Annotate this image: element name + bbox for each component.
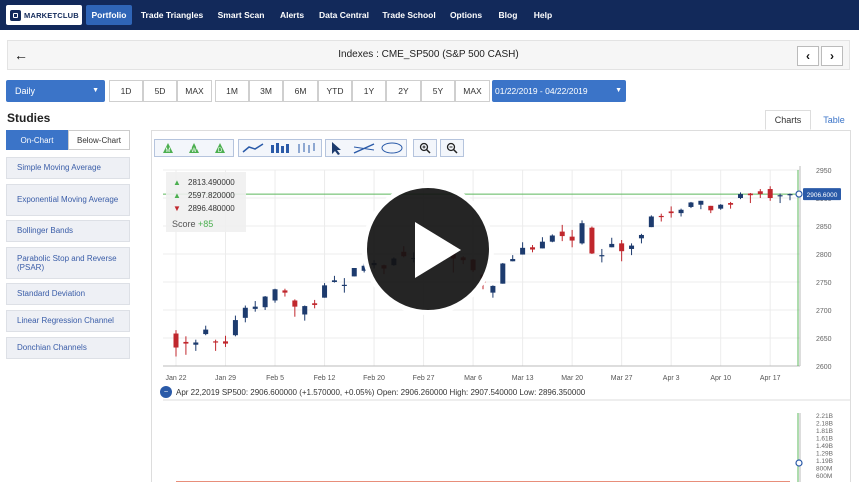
- candle: [757, 191, 763, 195]
- candle: [559, 231, 565, 237]
- x-tick-label: Apr 17: [760, 375, 781, 382]
- x-tick-label: Mar 27: [611, 375, 633, 382]
- candle: [589, 227, 595, 254]
- candle: [549, 235, 555, 242]
- candle: [500, 263, 506, 284]
- y-tick-label: 2850: [816, 224, 832, 231]
- y-tick-label: 2950: [816, 168, 832, 175]
- candle: [242, 307, 248, 318]
- quote-info-line: ~ Apr 22,2019 SP500: 2906.600000 (+1.570…: [160, 385, 585, 399]
- quote-info-text: Apr 22,2019 SP500: 2906.600000 (+1.57000…: [176, 387, 586, 397]
- candle: [272, 289, 278, 301]
- y-tick-label: 2700: [816, 308, 832, 315]
- candle: [331, 280, 337, 282]
- candle: [252, 306, 258, 309]
- legend-row-weekly: ▲ 2597.820000: [173, 190, 235, 200]
- x-tick-label: Feb 20: [363, 375, 385, 382]
- candle: [213, 341, 219, 343]
- candle: [302, 306, 308, 315]
- candle: [510, 259, 516, 262]
- legend-row-monthly: ▲ 2813.490000: [173, 177, 235, 187]
- legend-row-daily: ▼ 2896.480000: [173, 203, 235, 213]
- candle: [232, 320, 238, 336]
- x-tick-label: Mar 13: [512, 375, 534, 382]
- y-tick-label: 2800: [816, 252, 832, 259]
- volume-tick-label: 2.21B: [816, 413, 833, 420]
- x-tick-label: Mar 20: [561, 375, 583, 382]
- candle: [530, 247, 536, 250]
- candle: [193, 342, 199, 345]
- volume-tick-label: 1.19B: [816, 458, 833, 465]
- candle: [520, 247, 526, 255]
- candle: [767, 189, 773, 198]
- candle: [579, 223, 585, 244]
- x-tick-label: Jan 22: [165, 375, 186, 382]
- wave-icon: ~: [160, 386, 172, 398]
- play-icon: [415, 222, 461, 278]
- last-price-label: 2906.6000: [807, 192, 838, 199]
- candle: [718, 204, 724, 209]
- candle: [262, 296, 268, 308]
- candle: [688, 202, 694, 207]
- candle: [629, 245, 635, 249]
- candle: [322, 285, 328, 298]
- candle: [609, 243, 615, 248]
- score-value: +85: [198, 219, 214, 229]
- candle: [569, 236, 575, 241]
- x-tick-label: Feb 12: [314, 375, 336, 382]
- candle: [777, 195, 783, 197]
- score: Score +85: [172, 219, 214, 229]
- candle: [173, 333, 179, 348]
- x-tick-label: Jan 29: [215, 375, 236, 382]
- candle: [539, 241, 545, 249]
- y-tick-label: 2600: [816, 364, 832, 371]
- x-tick-label: Feb 5: [266, 375, 284, 382]
- candle: [737, 194, 743, 198]
- candle: [282, 290, 288, 293]
- candle: [787, 194, 793, 196]
- candle: [728, 203, 734, 205]
- last-price-marker: [795, 190, 803, 198]
- x-tick-label: Apr 10: [710, 375, 731, 382]
- trade-triangle-legend: ▲ 2813.490000 ▲ 2597.820000 ▼ 2896.480000 S…: [166, 172, 246, 232]
- candle: [292, 300, 298, 307]
- candle: [183, 341, 189, 344]
- triangle-up-icon: ▲: [173, 190, 181, 200]
- volume-tick-label: 1.49B: [816, 443, 833, 450]
- candle: [599, 255, 605, 257]
- candle: [698, 200, 704, 205]
- triangle-down-icon: ▼: [173, 203, 181, 213]
- volume-tick-label: 1.81B: [816, 428, 833, 435]
- volume-tick-label: 1.61B: [816, 436, 833, 443]
- candle: [658, 215, 664, 218]
- candle: [668, 211, 674, 214]
- volume-tick-label: 1.29B: [816, 451, 833, 458]
- candle: [351, 268, 357, 277]
- play-button[interactable]: [362, 183, 494, 315]
- candle: [638, 234, 644, 239]
- candle: [203, 329, 209, 335]
- candle: [708, 205, 714, 211]
- candle: [648, 216, 654, 228]
- triangle-up-icon: ▲: [173, 177, 181, 187]
- volume-tick-label: 600M: [816, 473, 832, 480]
- x-tick-label: Feb 27: [413, 375, 435, 382]
- volume-tick-label: 2.18B: [816, 421, 833, 428]
- candle: [619, 243, 625, 252]
- volume-tick-label: 800M: [816, 466, 832, 473]
- candle: [312, 303, 318, 305]
- volume-marker: [795, 459, 803, 467]
- y-tick-label: 2650: [816, 336, 832, 343]
- candle: [490, 285, 496, 293]
- x-tick-label: Mar 6: [464, 375, 482, 382]
- x-tick-label: Apr 3: [663, 375, 680, 382]
- candle: [341, 284, 347, 286]
- candle: [747, 193, 753, 196]
- candle: [678, 209, 684, 214]
- candle: [223, 341, 229, 344]
- y-tick-label: 2750: [816, 280, 832, 287]
